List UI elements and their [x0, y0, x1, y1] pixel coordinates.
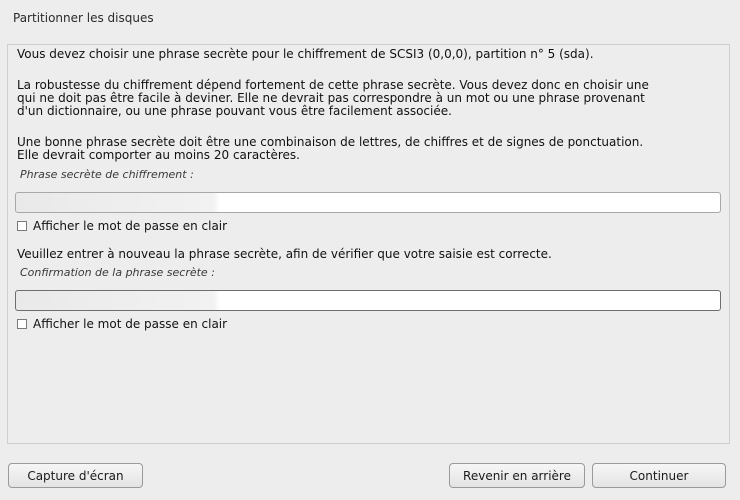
show-passphrase-label: Afficher le mot de passe en clair	[33, 219, 228, 233]
page-title: Partitionner les disques	[13, 11, 154, 25]
passphrase-label: Phrase secrète de chiffrement :	[20, 168, 194, 181]
reenter-text: Veuillez entrer à nouveau la phrase secr…	[17, 248, 552, 261]
show-passphrase-checkbox[interactable]	[17, 221, 27, 231]
show-confirmation-checkbox-row[interactable]: Afficher le mot de passe en clair	[17, 317, 227, 331]
good-phrase-text: Une bonne phrase secrète doit être une c…	[17, 136, 643, 162]
show-passphrase-checkbox-row[interactable]: Afficher le mot de passe en clair	[17, 219, 227, 233]
passphrase-input[interactable]	[15, 192, 721, 213]
show-confirmation-checkbox[interactable]	[17, 319, 27, 329]
robustness-text: La robustesse du chiffrement dépend fort…	[17, 79, 649, 118]
confirmation-input[interactable]	[15, 290, 721, 311]
confirmation-label: Confirmation de la phrase secrète :	[20, 266, 215, 279]
screenshot-button[interactable]: Capture d'écran	[8, 463, 143, 488]
good-phrase-line-2: Elle devrait comporter au moins 20 carac…	[17, 148, 300, 162]
intro-line: Vous devez choisir une phrase secrète po…	[17, 47, 594, 61]
robustness-line-3: d'un dictionnaire, ou une phrase pouvant…	[17, 104, 452, 118]
back-button[interactable]: Revenir en arrière	[449, 463, 585, 488]
show-confirmation-label: Afficher le mot de passe en clair	[33, 317, 228, 331]
continue-button[interactable]: Continuer	[592, 463, 726, 488]
reenter-line: Veuillez entrer à nouveau la phrase secr…	[17, 247, 552, 261]
intro-text: Vous devez choisir une phrase secrète po…	[17, 48, 594, 61]
